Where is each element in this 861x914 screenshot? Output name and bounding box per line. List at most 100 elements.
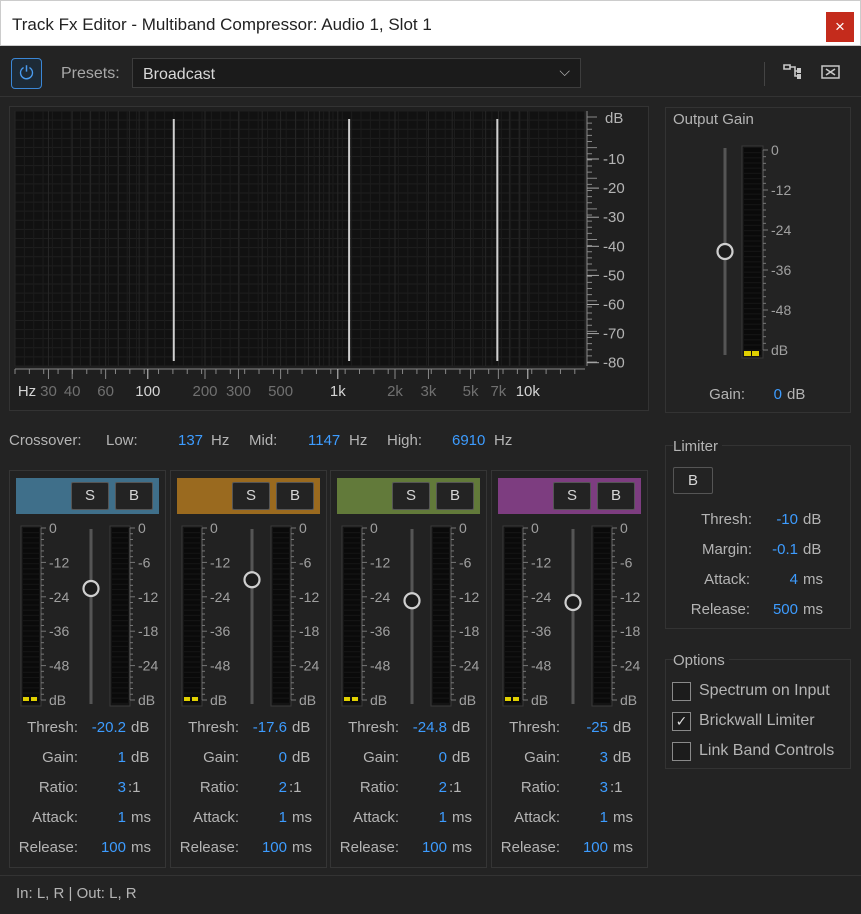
crossover-high-value[interactable]: 6910 <box>452 432 485 449</box>
band-attack-value[interactable]: 1 <box>237 809 287 826</box>
threshold-slider-knob[interactable] <box>82 579 100 598</box>
crossover-low-unit: Hz <box>211 432 230 449</box>
gr-scale-label: -12 <box>620 589 640 605</box>
output-meter-scale-label: dB <box>771 342 788 358</box>
freq-tick-label: 100 <box>135 383 160 400</box>
gr-scale-label: dB <box>138 692 155 708</box>
threshold-slider-knob[interactable] <box>403 592 421 610</box>
limiter-attack-value[interactable]: 4 <box>752 571 798 588</box>
db-tick-label: -50 <box>603 267 625 284</box>
checkbox[interactable] <box>672 682 691 701</box>
band-meters[interactable]: 0 -12 -24 -36 -48 dB 0 -6 -12 -18 -24 dB <box>10 521 167 711</box>
freq-tick-label: 5k <box>463 383 479 400</box>
bypass-button[interactable]: B <box>436 482 474 510</box>
crossover-low-value[interactable]: 137 <box>178 432 203 449</box>
output-gain-slider-knob[interactable] <box>716 242 734 261</box>
meter-scale-label: 0 <box>370 521 378 536</box>
band-attack-label: Attack: <box>32 809 78 826</box>
limiter-title: Limiter <box>673 438 723 455</box>
band-ratio-value[interactable]: 2 <box>397 779 447 796</box>
checkbox-checked[interactable]: ✓ <box>672 712 691 731</box>
meter-scale-label: -24 <box>370 589 390 605</box>
output-meter-scale-label: -36 <box>771 262 791 278</box>
solo-button[interactable]: S <box>71 482 109 510</box>
band-gain-value[interactable]: 3 <box>558 749 608 766</box>
band-thresh-value[interactable]: -17.6 <box>237 719 287 736</box>
output-gain-label: Gain: <box>709 386 745 403</box>
band-header: SB <box>498 478 641 514</box>
band-ratio-value[interactable]: 2 <box>237 779 287 796</box>
band-gain-value[interactable]: 1 <box>76 749 126 766</box>
meter-scale-label: -12 <box>210 554 230 570</box>
gr-scale-label: -18 <box>620 623 640 639</box>
band-meters[interactable]: 0 -12 -24 -36 -48 dB 0 -6 -12 -18 -24 dB <box>171 521 328 711</box>
db-tick-label: -10 <box>603 151 625 168</box>
band-ratio-value[interactable]: 3 <box>558 779 608 796</box>
gr-scale-label: 0 <box>620 521 628 536</box>
solo-button[interactable]: S <box>553 482 591 510</box>
bypass-button[interactable]: B <box>115 482 153 510</box>
freq-tick-label: 60 <box>97 383 114 400</box>
band-meters[interactable]: 0 -12 -24 -36 -48 dB 0 -6 -12 -18 -24 dB <box>331 521 488 711</box>
output-gain-value[interactable]: 0 <box>752 386 782 403</box>
gr-scale-label: -24 <box>299 658 319 674</box>
limiter-release-value[interactable]: 500 <box>752 601 798 618</box>
io-status: In: L, R | Out: L, R <box>16 885 137 902</box>
band-attack-value[interactable]: 1 <box>76 809 126 826</box>
limiter-attack-label: Attack: <box>704 571 750 588</box>
limiter-bypass-button[interactable]: B <box>673 467 713 494</box>
limiter-thresh-unit: dB <box>803 511 822 528</box>
band-thresh-unit: dB <box>292 719 311 736</box>
checkbox[interactable] <box>672 742 691 761</box>
close-panel-icon[interactable] <box>819 62 843 84</box>
solo-button[interactable]: S <box>392 482 430 510</box>
band-gain-value[interactable]: 0 <box>237 749 287 766</box>
bypass-button[interactable]: B <box>597 482 635 510</box>
band-gain-unit: dB <box>131 749 150 766</box>
band-attack-value[interactable]: 1 <box>397 809 447 826</box>
limiter-margin-value[interactable]: -0.1 <box>752 541 798 558</box>
routing-icon[interactable] <box>780 62 804 84</box>
meter-scale-label: dB <box>370 692 387 708</box>
band-thresh-value[interactable]: -24.8 <box>397 719 447 736</box>
gr-scale-label: -18 <box>138 623 158 639</box>
meter-scale-label: -36 <box>531 623 551 639</box>
band-thresh-unit: dB <box>613 719 632 736</box>
crossover-mid-value[interactable]: 1147 <box>308 432 340 449</box>
meter-scale-label: -12 <box>49 554 69 570</box>
meter-scale-label: -48 <box>531 658 551 674</box>
band-attack-unit: ms <box>613 809 633 826</box>
power-icon[interactable]: ⏻ <box>11 58 42 89</box>
band-attack-value[interactable]: 1 <box>558 809 608 826</box>
band-ratio-label: Ratio: <box>38 779 78 796</box>
freq-tick-label: 2k <box>387 383 403 400</box>
limiter-release-label: Release: <box>690 601 750 618</box>
meter-scale-label: dB <box>531 692 548 708</box>
band-release-value[interactable]: 100 <box>237 839 287 856</box>
spectrum-graph[interactable]: dB -10 -20 -30 -40 -50 -60 -70 -80 Hz 30 40 60 100 200… <box>9 106 649 411</box>
band-ratio-label: Ratio: <box>199 779 239 796</box>
preset-dropdown[interactable]: Broadcast ⌵ <box>132 58 581 88</box>
band-thresh-value[interactable]: -25 <box>558 719 608 736</box>
limiter-thresh-value[interactable]: -10 <box>752 511 798 528</box>
band-release-value[interactable]: 100 <box>558 839 608 856</box>
band-gain-value[interactable]: 0 <box>397 749 447 766</box>
band-ratio-value[interactable]: 3 <box>76 779 126 796</box>
gr-scale-label: -24 <box>459 658 479 674</box>
output-gain-meter[interactable]: 0 -12 -24 -36 -48 dB <box>700 140 810 365</box>
band-thresh-label: Thresh: <box>27 719 78 736</box>
threshold-slider-knob[interactable] <box>564 593 582 612</box>
meter-scale-label: -24 <box>49 589 69 605</box>
presets-label: Presets: <box>61 65 120 82</box>
band-release-value[interactable]: 100 <box>397 839 447 856</box>
meter-scale-label: dB <box>210 692 227 708</box>
option-label: Spectrum on Input <box>699 682 830 699</box>
threshold-slider-knob[interactable] <box>243 571 261 589</box>
close-window-button[interactable]: × <box>826 12 854 42</box>
solo-button[interactable]: S <box>232 482 270 510</box>
band-release-value[interactable]: 100 <box>76 839 126 856</box>
band-attack-label: Attack: <box>353 809 399 826</box>
band-meters[interactable]: 0 -12 -24 -36 -48 dB 0 -6 -12 -18 -24 dB <box>492 521 649 711</box>
bypass-button[interactable]: B <box>276 482 314 510</box>
band-thresh-value[interactable]: -20.2 <box>76 719 126 736</box>
